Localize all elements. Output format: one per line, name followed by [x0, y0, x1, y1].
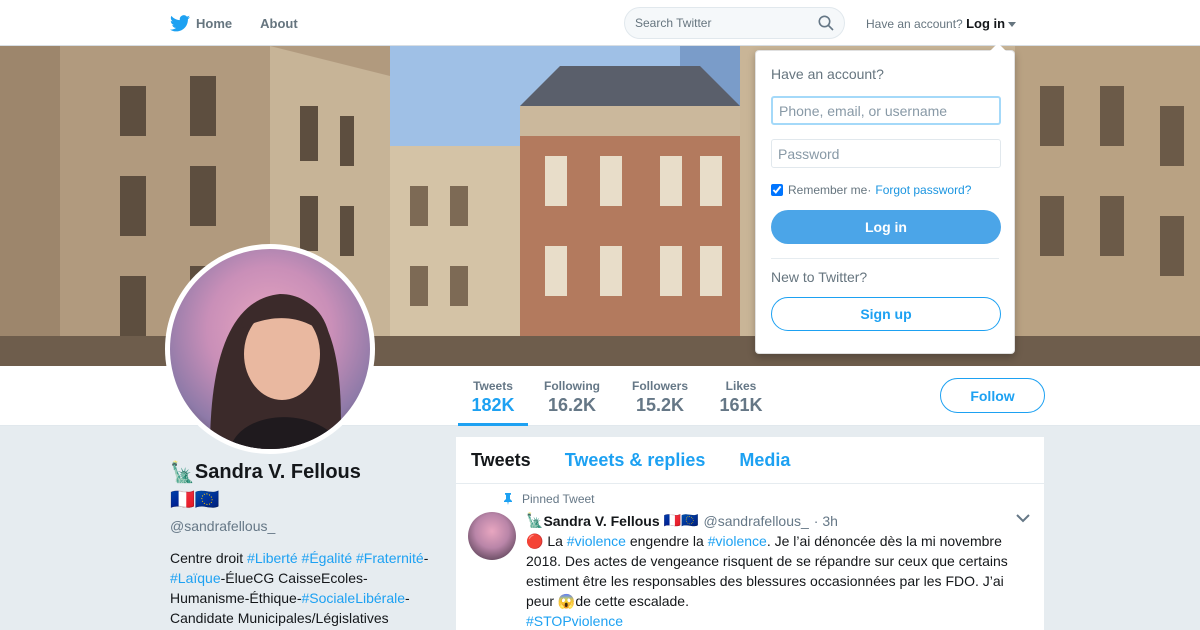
tweet-header: 🗽 Sandra V. Fellous 🇫🇷🇪🇺 @sandrafellous_… — [526, 512, 1029, 529]
account-prompt: Have an account? — [866, 17, 963, 31]
stat-value: 161K — [719, 395, 763, 415]
stat-value: 16.2K — [547, 395, 597, 415]
stat-label: Following — [544, 379, 600, 393]
hashtag-link[interactable]: #Laïque — [170, 570, 221, 586]
dropdown-divider — [771, 258, 999, 259]
stat-value: 15.2K — [635, 395, 685, 415]
tab-tweets-replies[interactable]: Tweets & replies — [565, 450, 706, 471]
hashtag-link[interactable]: #STOPviolence — [526, 613, 623, 629]
search-input[interactable] — [635, 16, 805, 30]
statue-of-liberty-emoji: 🗽 — [170, 462, 195, 484]
timeline-tabs: Tweets Tweets & replies Media — [456, 437, 1044, 484]
tweet-author-handle[interactable]: @sandrafellous_ — [704, 513, 809, 529]
password-field[interactable] — [771, 139, 1001, 168]
bio-text-segment: Centre droit — [170, 550, 248, 566]
hashtag-link[interactable]: #Liberté — [247, 550, 298, 566]
followers-stat[interactable]: Followers 15.2K — [626, 366, 694, 426]
login-dropdown-toggle[interactable]: Log in — [966, 16, 1005, 31]
pinned-indicator: Pinned Tweet — [504, 492, 1029, 506]
caret-down-icon[interactable] — [1008, 22, 1017, 28]
tweets-stat[interactable]: Tweets 182K — [458, 366, 528, 426]
profile-bio: Centre droit #Liberté #Égalité #Fraterni… — [170, 548, 440, 628]
username-field[interactable] — [771, 96, 1001, 125]
tweet-text: 🔴 La #violence engendre la #violence. Je… — [526, 531, 1026, 630]
nav-left: Home About — [170, 0, 326, 46]
signup-button[interactable]: Sign up — [771, 297, 1001, 331]
separator: · — [867, 183, 872, 197]
dropdown-title: Have an account? — [771, 66, 884, 82]
profile-name[interactable]: 🗽 Sandra V. Fellous — [170, 460, 440, 485]
follow-button[interactable]: Follow — [940, 378, 1045, 413]
tweet-text-segment: 🔴 La — [526, 533, 567, 549]
search-icon[interactable] — [818, 15, 834, 31]
login-dropdown: Have an account? Remember me · Forgot pa… — [755, 43, 1015, 354]
remember-row: Remember me · Forgot password? — [771, 183, 999, 197]
profile-card: 🗽 Sandra V. Fellous 🇫🇷🇪🇺 @sandrafellous_… — [170, 460, 440, 628]
profile-name-text: Sandra V. Fellous — [194, 461, 361, 483]
hashtag-link[interactable]: #SocialeLibérale — [302, 590, 406, 606]
stat-label: Followers — [631, 379, 688, 393]
profile-handle[interactable]: @sandrafellous_ — [170, 518, 440, 534]
chevron-down-icon[interactable] — [1016, 514, 1030, 523]
avatar-image — [170, 249, 370, 449]
search-box[interactable] — [624, 7, 845, 39]
twitter-bird-icon — [170, 14, 190, 31]
stat-label: Tweets — [473, 379, 513, 393]
hashtag-link[interactable]: #violence — [567, 533, 626, 549]
tab-tweets[interactable]: Tweets — [471, 450, 531, 471]
tweet-timestamp[interactable]: · 3h — [814, 513, 838, 529]
top-navigation-bar: Home About Have an account? Log in — [0, 0, 1200, 46]
tab-media[interactable]: Media — [739, 450, 790, 471]
hashtag-link[interactable]: #Fraternité — [356, 550, 424, 566]
home-label: Home — [196, 15, 233, 31]
hashtag-link[interactable]: #violence — [708, 533, 767, 549]
flag-emojis: 🇫🇷🇪🇺 — [170, 489, 220, 511]
home-nav-link[interactable]: Home — [170, 14, 233, 32]
about-label: About — [260, 15, 298, 31]
avatar-portrait — [210, 294, 345, 449]
profile-avatar[interactable] — [165, 244, 375, 454]
bio-text-segment: - — [423, 550, 429, 566]
new-to-twitter-label: New to Twitter? — [771, 269, 868, 285]
stat-value: 182K — [471, 395, 515, 415]
tweet-avatar[interactable] — [468, 512, 516, 560]
login-button[interactable]: Log in — [771, 210, 1001, 244]
about-nav-link[interactable]: About — [260, 16, 298, 31]
forgot-password-link[interactable]: Forgot password? — [875, 183, 971, 197]
tweet-text-segment: engendre la — [625, 533, 708, 549]
remember-label: Remember me — [788, 183, 868, 197]
pinned-label: Pinned Tweet — [522, 492, 595, 506]
timeline: Tweets Tweets & replies Media Pinned Twe… — [456, 437, 1044, 630]
pin-icon — [504, 493, 512, 505]
author-emoji: 🗽 — [526, 512, 544, 528]
tweet-author-name[interactable]: Sandra V. Fellous — [543, 513, 659, 529]
likes-stat[interactable]: Likes 161K — [714, 366, 768, 426]
account-menu: Have an account? Log in — [866, 16, 1017, 31]
hashtag-link[interactable]: #Égalité — [302, 550, 353, 566]
remember-me-checkbox[interactable] — [771, 184, 783, 196]
following-stat[interactable]: Following 16.2K — [538, 366, 606, 426]
stat-label: Likes — [725, 379, 757, 393]
author-flags: 🇫🇷🇪🇺 — [663, 512, 699, 528]
pinned-tweet[interactable]: Pinned Tweet 🗽 Sandra V. Fellous 🇫🇷🇪🇺 @s… — [456, 484, 1044, 630]
